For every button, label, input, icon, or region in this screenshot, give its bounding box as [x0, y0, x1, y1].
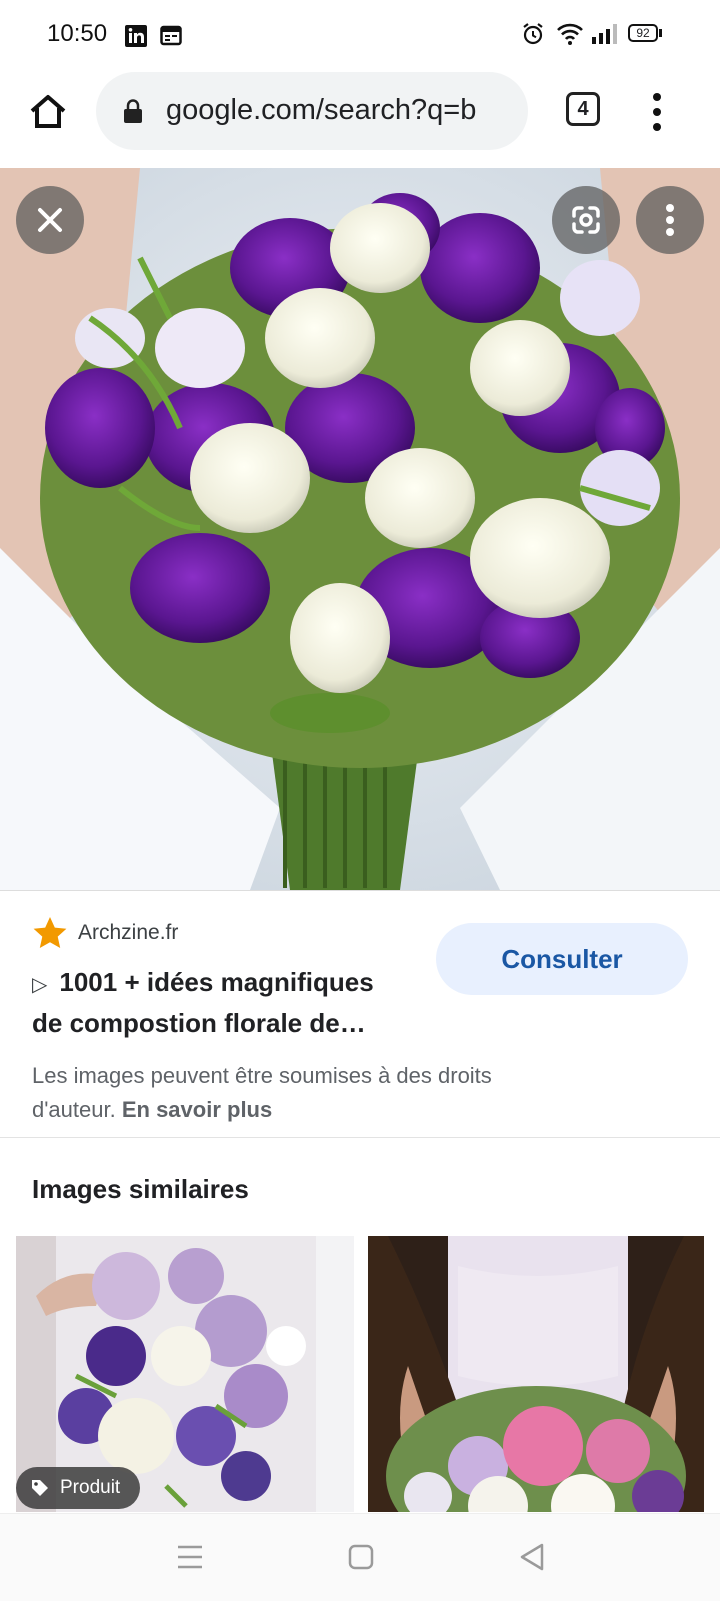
battery-tip — [659, 29, 662, 37]
product-label: Produit — [60, 1477, 121, 1498]
similar-image-2[interactable] — [368, 1236, 704, 1512]
tag-icon — [32, 1480, 48, 1496]
tab-count: 4 — [577, 98, 589, 120]
signal-icon — [592, 24, 617, 44]
divider — [0, 1137, 720, 1138]
more-options-button[interactable] — [636, 186, 704, 254]
home-nav-icon[interactable] — [348, 1544, 374, 1570]
result-info: Archzine.fr ▷ 1001 + idées magnifiques de… — [0, 890, 720, 1137]
star-icon — [33, 917, 67, 948]
home-icon[interactable] — [26, 90, 70, 134]
result-title-text[interactable]: 1001 + idées magnifiques — [59, 967, 373, 997]
product-badge[interactable]: Produit — [16, 1467, 140, 1509]
copyright-notice-continued: d'auteur. En savoir plus — [32, 1097, 272, 1123]
image-preview[interactable] — [0, 168, 720, 890]
bouquet-image — [0, 168, 720, 890]
system-navigation-bar — [0, 1513, 720, 1601]
result-title-continued[interactable]: de compostion florale de… — [32, 1008, 366, 1039]
close-icon — [38, 208, 62, 232]
browser-toolbar: google.com/search?q=b 4 — [0, 70, 720, 166]
similar-image-2-picture — [368, 1236, 704, 1512]
copyright-notice: Les images peuvent être soumises à des d… — [32, 1063, 492, 1088]
learn-more-link[interactable]: En savoir plus — [122, 1097, 272, 1122]
copyright-notice-end: d'auteur. — [32, 1097, 116, 1122]
wifi-icon — [557, 23, 583, 45]
recents-icon[interactable] — [176, 1544, 204, 1570]
menu-icon[interactable] — [650, 90, 664, 134]
consult-button[interactable]: Consulter — [436, 923, 688, 995]
status-bar: 10:50 92 — [0, 0, 720, 70]
status-time: 10:50 — [47, 20, 108, 47]
tabs-icon[interactable]: 4 — [566, 92, 600, 126]
back-icon[interactable] — [518, 1542, 546, 1572]
calendar-icon — [160, 25, 182, 46]
battery-icon: 92 — [628, 24, 658, 42]
alarm-icon — [523, 23, 543, 45]
similar-images-heading: Images similaires — [32, 1174, 249, 1204]
source-name[interactable]: Archzine.fr — [78, 921, 178, 945]
lens-icon — [572, 206, 600, 234]
linkedin-icon — [125, 25, 147, 47]
close-button[interactable] — [16, 186, 84, 254]
more-icon — [666, 204, 674, 236]
lens-button[interactable] — [552, 186, 620, 254]
result-title[interactable]: ▷ 1001 + idées magnifiques — [32, 967, 374, 998]
play-icon: ▷ — [32, 974, 48, 996]
address-bar[interactable]: google.com/search?q=b — [96, 72, 528, 150]
lock-icon — [124, 99, 142, 123]
url-text[interactable]: google.com/search?q=b — [166, 94, 476, 127]
battery-level: 92 — [636, 26, 650, 40]
